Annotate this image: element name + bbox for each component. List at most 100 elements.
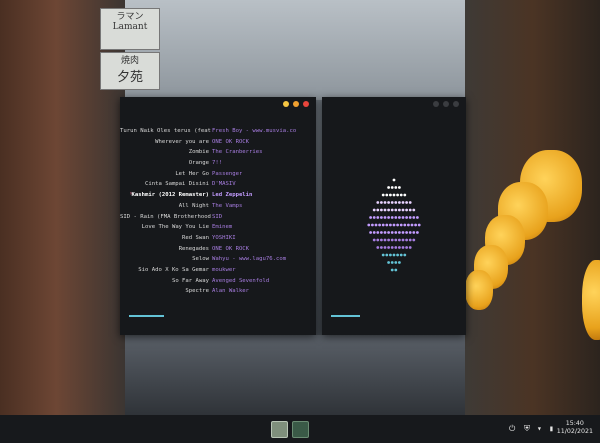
playlist-row[interactable]: Kashmir (2012 Remaster) Led Zeppelin [120, 190, 316, 201]
visualizer-dot [372, 238, 376, 242]
visualizer-dot [408, 246, 412, 249]
visualizer-dot [381, 223, 385, 227]
visualizer-dot [369, 216, 372, 219]
visualizer-dot [389, 193, 392, 197]
playlist-row[interactable]: Selow Wahyu - www.lagu76.com [120, 254, 316, 265]
playlist-row[interactable]: Orange 7!! [120, 158, 316, 169]
visualizer-dot [392, 193, 396, 197]
visualizer-dot [403, 193, 407, 197]
visualizer-progress-bar[interactable] [331, 315, 360, 317]
visualizer-dot [380, 238, 383, 242]
terminal-icon[interactable] [292, 421, 309, 438]
visualizer-dot [378, 223, 381, 227]
wifi-icon[interactable]: ▾ [537, 424, 542, 433]
visualizer-dot [383, 208, 387, 212]
visualizer-dot [367, 223, 371, 227]
visualizer-dot [407, 223, 410, 227]
taskbar: ⏻ ⛨ ▾ ▮ 15:40 11/02/2021 [0, 415, 600, 443]
visualizer-window[interactable] [322, 97, 466, 335]
visualizer-dot [387, 208, 390, 212]
visualizer-dot [405, 216, 408, 219]
visualizer-dot [408, 201, 412, 204]
playlist-row[interactable]: Red Swan YOSHIKI [120, 233, 316, 244]
visualizer-dot [387, 238, 390, 242]
visualizer-dot [376, 231, 380, 234]
playlist-row[interactable]: All Night The Vamps [120, 201, 316, 212]
visualizer-dot [385, 253, 389, 257]
track-title: Renegades [178, 245, 209, 252]
battery-icon[interactable]: ▮ [549, 424, 554, 433]
visualizer-dot [396, 223, 399, 227]
visualizer-dot [383, 238, 387, 242]
visualizer-dot [376, 238, 380, 242]
playlist-row[interactable]: Sio Ado X Ko Sa Gemar moukwer [120, 265, 316, 276]
visualizer-dot [390, 246, 394, 249]
visualizer-dot [414, 223, 417, 227]
sign-text: Lamant [112, 22, 148, 32]
visualizer-dot [374, 223, 378, 227]
visualizer-dot [371, 223, 374, 227]
playback-progress-bar[interactable] [129, 315, 165, 317]
visualizer-dot [401, 246, 405, 249]
visualizer-dot [394, 208, 398, 212]
playlist-row[interactable]: Cinta Sampai Disini D'MASIV [120, 179, 316, 190]
playlist-row[interactable]: Spectre Alan Walker [120, 286, 316, 297]
visualizer-dot [390, 216, 394, 219]
track-artist: ONE OK ROCK [212, 245, 250, 252]
visualizer-dot [396, 253, 399, 257]
audio-visualizer [367, 178, 421, 272]
visualizer-dot [401, 216, 405, 219]
playlist-row[interactable]: Love The Way You Lie Eminem [120, 222, 316, 233]
maximize-button[interactable] [293, 101, 299, 107]
track-title: Selow [192, 256, 209, 263]
power-icon[interactable]: ⏻ [509, 424, 515, 434]
track-artist: Wahyu - www.lagu76.com [212, 256, 287, 263]
track-artist: Fresh Boy - www.musvia.co [212, 128, 297, 134]
playlist-window[interactable]: › Turun Naik Oles terus (feat Fresh Boy -… [120, 97, 316, 335]
visualizer-dot [383, 216, 387, 219]
minimize-button[interactable] [283, 101, 289, 107]
visualizer-dot [394, 238, 398, 242]
track-title: Cinta Sampai Disini [145, 181, 209, 188]
file-manager-icon[interactable] [271, 421, 288, 438]
visualizer-dot [416, 216, 419, 219]
visualizer-dot [398, 216, 401, 219]
close-button[interactable] [303, 101, 309, 107]
track-artist: Led Zeppelin [212, 192, 253, 199]
visualizer-dot [390, 261, 394, 264]
playlist-row[interactable]: So Far Away Avenged Sevenfold [120, 276, 316, 287]
track-title: All Night [178, 202, 209, 209]
visualizer-dot [405, 238, 408, 242]
visualizer-dot [385, 193, 389, 197]
visualizer-dot [401, 208, 405, 212]
clock[interactable]: 15:40 11/02/2021 [557, 420, 593, 436]
playlist-row[interactable]: Turun Naik Oles terus (feat Fresh Boy - w… [120, 126, 316, 137]
visualizer-dot [387, 216, 390, 219]
visualizer-dot [376, 216, 380, 219]
visualizer-dot [387, 201, 390, 204]
visualizer-dot [387, 231, 390, 234]
visualizer-dot [389, 223, 392, 227]
track-title: So Far Away [171, 277, 209, 284]
playlist-row[interactable]: SID - Rain (FMA Brotherhood SID [120, 212, 316, 223]
track-title: Zombie [188, 149, 209, 156]
visualizer-dot [394, 246, 398, 249]
shield-icon[interactable]: ⛨ [524, 424, 530, 434]
track-artist: YOSHIKI [212, 234, 236, 241]
visualizer-dot [412, 208, 416, 212]
lantern [582, 260, 600, 340]
visualizer-dot [398, 246, 401, 249]
visualizer-dot [401, 231, 405, 234]
visualizer-dot [380, 231, 383, 234]
playlist-row[interactable]: Wherever you are ONE OK ROCK [120, 137, 316, 148]
playlist-row[interactable]: Zombie The Cranberries [120, 147, 316, 158]
visualizer-dot [387, 186, 390, 189]
visualizer-dot [392, 223, 396, 227]
playlist-row[interactable]: Renegades ONE OK ROCK [120, 244, 316, 255]
visualizer-dot [394, 261, 398, 264]
visualizer-dot [394, 186, 398, 189]
visualizer-dot [387, 246, 390, 249]
visualizer-dot [408, 216, 412, 219]
visualizer-dot [412, 238, 416, 242]
playlist-row[interactable]: Let Her Go Passenger [120, 169, 316, 180]
